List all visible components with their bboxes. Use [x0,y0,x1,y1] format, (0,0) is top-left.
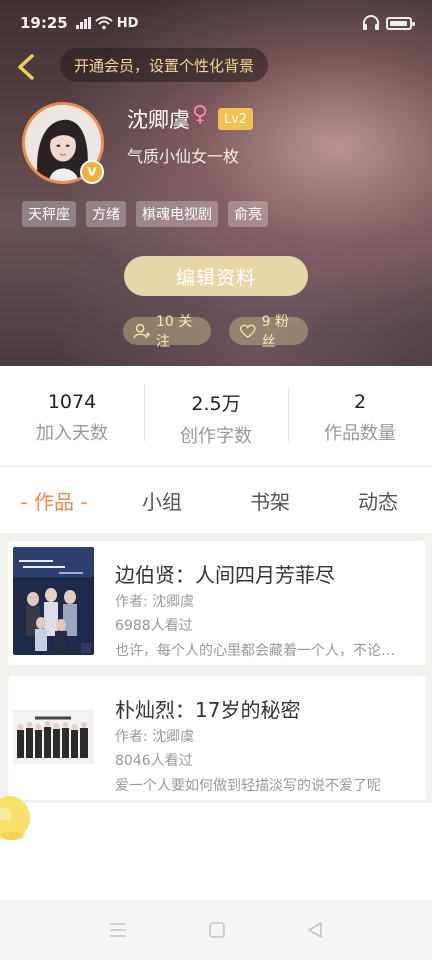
tab-groups[interactable]: 小组 [108,486,216,515]
tab-works[interactable]: - 作品 - [0,486,108,515]
add-user-icon [133,324,151,339]
status-time: 19:25 [20,14,68,32]
work-description: 也许，每个人的心里都会藏着一个人，不论时间如何流逝 [115,643,407,659]
work-views: 8046人看过 [115,753,193,769]
back-arrow-icon[interactable] [12,52,42,82]
tag-item: 棋魂电视剧 [136,201,218,227]
fans-button[interactable]: 9 粉丝 [229,314,308,350]
work-author: 作者: 沈卿虞 [115,594,195,610]
signal-icon [75,17,91,29]
battery-icon [386,16,415,30]
stat-label: 作品数量 [324,423,396,444]
vip-background-banner[interactable]: 开通会员，设置个性化背景 [60,48,269,82]
stat-word-count: 2.5万 创作字数 [144,384,288,448]
work-title: 边伯贤：人间四月芳菲尽 [115,563,335,587]
user-bio: 气质小仙女一枚 [127,147,240,166]
tab-bookshelf[interactable]: 书架 [216,486,324,515]
work-author: 作者: 沈卿虞 [115,729,195,745]
following-count: 10 关注 [155,314,193,350]
headphones-icon [363,15,379,30]
stat-label: 加入天数 [36,423,108,444]
wifi-icon [95,16,113,30]
home-icon[interactable] [208,921,226,939]
profile-stats: 1074 加入天数 2.5万 创作字数 2 作品数量 [0,366,432,466]
work-title: 朴灿烈：17岁的秘密 [115,698,301,722]
work-description: 爱一个人要如何做到轻描淡写的说不爱了呢 [115,778,381,794]
profile-tabs: - 作品 - 小组 书架 动态 [0,467,432,533]
stat-value: 1074 [47,391,97,413]
level-badge: Lv2 [218,108,254,130]
network-type: HD [116,15,139,31]
system-navigation-bar [0,900,432,960]
book-cover [13,547,94,655]
edit-profile-button[interactable]: 编辑资料 [124,256,308,296]
tag-item: 俞亮 [228,201,268,227]
menu-icon[interactable] [108,921,128,939]
tab-activity[interactable]: 动态 [324,486,432,515]
back-triangle-icon[interactable] [306,921,324,939]
tag-item: 方绪 [86,201,126,227]
user-tags: 天秤座 方绪 棋魂电视剧 俞亮 [22,201,268,227]
floating-mascot-icon[interactable] [0,790,32,844]
heart-icon [240,324,256,338]
stat-join-days: 1074 加入天数 [0,387,144,445]
work-card[interactable]: 朴灿烈：17岁的秘密 作者: 沈卿虞 8046人看过 爱一个人要如何做到轻描淡写… [8,676,426,800]
stat-value: 2 [353,391,367,413]
stat-label: 创作字数 [180,425,252,447]
tag-item: 天秤座 [22,201,76,227]
fans-count: 9 粉丝 [261,314,289,350]
stat-value: 2.5万 [191,392,241,415]
username: 沈卿虞 [127,108,190,132]
profile-header: 19:25 HD 开通会员，设置个性化背景 V 沈卿虞 ♀ Lv2 气质小仙女一… [0,0,432,366]
stat-works-count: 2 作品数量 [288,387,432,445]
book-cover [13,682,94,790]
status-bar: 19:25 HD [0,0,432,46]
work-card[interactable]: 边伯贤：人间四月芳菲尽 作者: 沈卿虞 6988人看过 也许，每个人的心里都会藏… [8,541,426,665]
female-gender-icon: ♀ [192,102,209,127]
work-views: 6988人看过 [115,618,193,634]
following-button[interactable]: 10 关注 [123,314,211,350]
verified-badge-icon: V [80,160,104,184]
